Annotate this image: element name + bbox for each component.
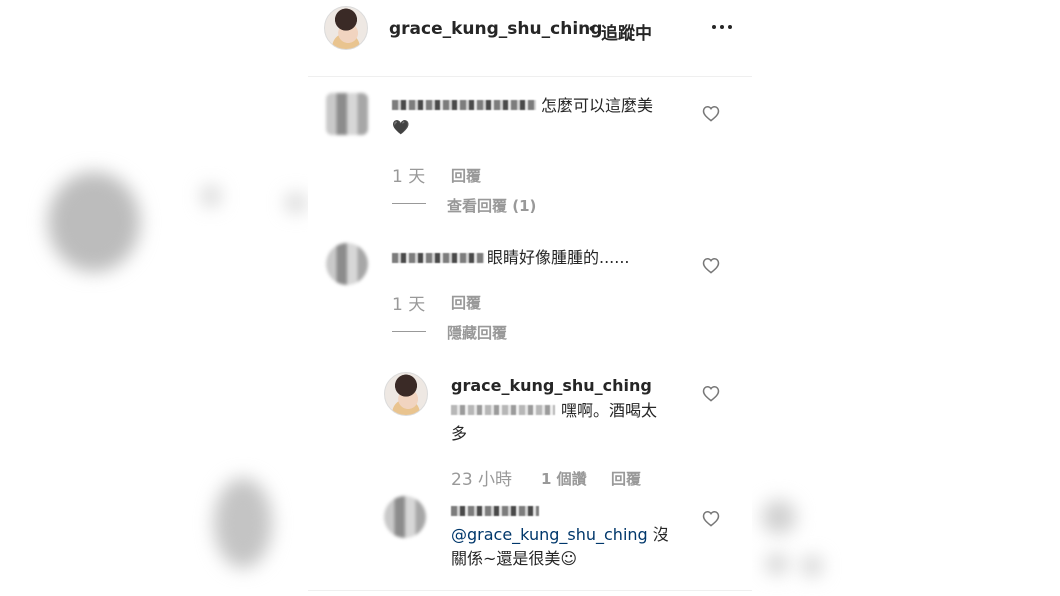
redacted-username [392, 253, 484, 263]
mention-link[interactable]: @grace_kung_shu_ching [451, 525, 648, 544]
heart-outline-icon[interactable] [702, 105, 720, 122]
heart-outline-icon[interactable] [702, 510, 720, 527]
avatar[interactable] [324, 6, 368, 50]
heart-outline-icon[interactable] [702, 385, 720, 402]
avatar[interactable] [384, 496, 426, 538]
blurred-background-shape [762, 500, 796, 534]
avatar[interactable] [384, 372, 428, 416]
reply-button[interactable]: 回覆 [451, 292, 481, 313]
avatar[interactable] [326, 243, 368, 285]
redacted-username [451, 506, 539, 516]
blurred-background-shape [214, 478, 272, 568]
comment-time: 1 天 [392, 295, 426, 315]
reply-username[interactable]: grace_kung_shu_ching [451, 376, 652, 395]
reply-text-line2: 關係~還是很美☺ [451, 549, 578, 568]
replies-divider [392, 203, 426, 204]
reply-text-tail: 沒 [652, 525, 669, 544]
comment-text: 眼睛好像腫腫的...... [487, 248, 630, 267]
reply-text: 嘿啊。酒喝太 [561, 401, 658, 420]
blurred-background-shape [286, 194, 306, 212]
reply-button[interactable]: 回覆 [451, 165, 481, 186]
separator-dot: • [587, 20, 598, 40]
replies-divider [392, 331, 426, 332]
comment-text: 怎麼可以這麼美 [541, 96, 654, 115]
view-replies-button[interactable]: 查看回覆 (1) [447, 195, 536, 216]
reply-time: 23 小時 [451, 470, 513, 490]
divider [308, 590, 752, 591]
post-header: grace_kung_shu_ching • 追蹤中 [308, 0, 752, 77]
hide-replies-button[interactable]: 隱藏回覆 [447, 322, 507, 343]
header-username[interactable]: grace_kung_shu_ching [389, 19, 602, 39]
blurred-background-shape [48, 172, 140, 272]
reply-button[interactable]: 回覆 [611, 468, 641, 489]
comment-emoji: 🖤 [392, 120, 410, 136]
redacted-username [392, 100, 536, 110]
avatar[interactable] [326, 93, 368, 135]
more-horizontal-icon[interactable] [712, 19, 734, 35]
blurred-background-shape [766, 554, 788, 574]
following-button[interactable]: 追蹤中 [601, 19, 652, 44]
comment-time: 1 天 [392, 167, 426, 187]
likes-count[interactable]: 1 個讚 [541, 468, 587, 489]
heart-outline-icon[interactable] [702, 257, 720, 274]
reply-text: @grace_kung_shu_ching 沒 [451, 523, 669, 546]
blurred-background-shape [202, 186, 220, 206]
blurred-background-shape [802, 556, 822, 576]
reply-text-line2: 多 [451, 424, 468, 443]
comments-panel: grace_kung_shu_ching • 追蹤中 怎麼可以這麼美 🖤 1 天… [308, 0, 752, 596]
redacted-mention [451, 405, 555, 415]
